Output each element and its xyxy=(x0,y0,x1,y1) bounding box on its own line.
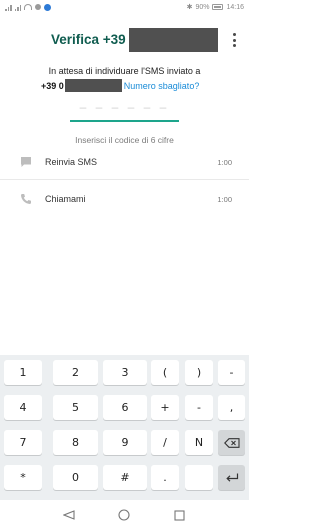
redacted-phone xyxy=(64,79,122,92)
code-hint: Inserisci il codice di 6 cifre xyxy=(75,135,174,145)
redacted-number xyxy=(129,28,218,52)
key-4[interactable]: 4 xyxy=(4,395,42,420)
key-space[interactable] xyxy=(185,465,213,490)
status-left xyxy=(5,3,51,11)
key-period[interactable]: . xyxy=(151,465,179,490)
backspace-icon xyxy=(223,437,240,448)
option-label: Reinvia SMS xyxy=(45,157,98,167)
bluetooth-icon: ✱ xyxy=(186,4,193,11)
option-label: Chiamami xyxy=(45,194,86,204)
signal-icon xyxy=(5,4,12,11)
option-timer: 1:00 xyxy=(217,158,232,167)
key-1[interactable]: 1 xyxy=(4,360,42,385)
page-title: Verifica +39 xyxy=(51,32,126,47)
key-slash[interactable]: / xyxy=(151,430,179,455)
phone-icon xyxy=(21,194,31,204)
key-plus[interactable]: + xyxy=(151,395,179,420)
key-dash[interactable]: - xyxy=(218,360,245,385)
battery-icon xyxy=(212,4,224,10)
code-input[interactable]: – – – – – – xyxy=(70,94,179,122)
enter-icon xyxy=(225,473,238,482)
signal-icon-2 xyxy=(14,4,21,11)
app-header: Verifica +39 xyxy=(0,22,249,58)
clock: 14:16 xyxy=(226,3,244,11)
recents-icon[interactable] xyxy=(172,508,186,522)
sms-icon xyxy=(21,157,31,167)
phone-prefix: +39 0 xyxy=(41,80,64,91)
more-vert-icon[interactable] xyxy=(229,31,239,49)
key-minus[interactable]: - xyxy=(185,395,213,420)
key-comma[interactable]: , xyxy=(218,395,245,420)
back-icon[interactable] xyxy=(62,508,76,522)
option-timer: 1:00 xyxy=(217,195,232,204)
key-7[interactable]: 7 xyxy=(4,430,42,455)
key-asterisk[interactable]: * xyxy=(4,465,42,490)
navigation-bar xyxy=(0,500,249,530)
key-hash[interactable]: # xyxy=(103,465,147,490)
app-notification-icon xyxy=(44,3,51,11)
notification-icon xyxy=(35,4,41,10)
battery-percent: 90% xyxy=(195,3,210,11)
waiting-message: In attesa di individuare l'SMS inviato a xyxy=(48,66,201,76)
wrong-number-link[interactable]: Numero sbagliato? xyxy=(124,81,200,91)
key-0[interactable]: 0 xyxy=(53,465,98,490)
key-3[interactable]: 3 xyxy=(103,360,147,385)
status-right: ✱ 90% 14:16 xyxy=(186,3,244,12)
key-close-paren[interactable]: ) xyxy=(185,360,213,385)
key-n[interactable]: N xyxy=(185,430,213,455)
home-icon[interactable] xyxy=(117,508,131,522)
resend-sms-option[interactable]: Reinvia SMS 1:00 xyxy=(0,146,249,180)
status-bar: ✱ 90% 14:16 xyxy=(0,0,249,14)
backspace-key[interactable] xyxy=(218,430,245,455)
key-6[interactable]: 6 xyxy=(103,395,147,420)
key-9[interactable]: 9 xyxy=(103,430,147,455)
key-8[interactable]: 8 xyxy=(53,430,98,455)
key-open-paren[interactable]: ( xyxy=(151,360,179,385)
enter-key[interactable] xyxy=(218,465,245,490)
key-2[interactable]: 2 xyxy=(53,360,98,385)
wifi-icon xyxy=(24,4,32,10)
phone-line: +39 0 Numero sbagliato? xyxy=(41,79,199,92)
call-me-option[interactable]: Chiamami 1:00 xyxy=(0,183,249,217)
key-5[interactable]: 5 xyxy=(53,395,98,420)
numeric-keyboard: 1 2 3 ( ) - 4 5 6 + - , 7 8 9 / N * 0 # … xyxy=(0,355,249,500)
code-placeholder: – – – – – – xyxy=(79,100,170,114)
